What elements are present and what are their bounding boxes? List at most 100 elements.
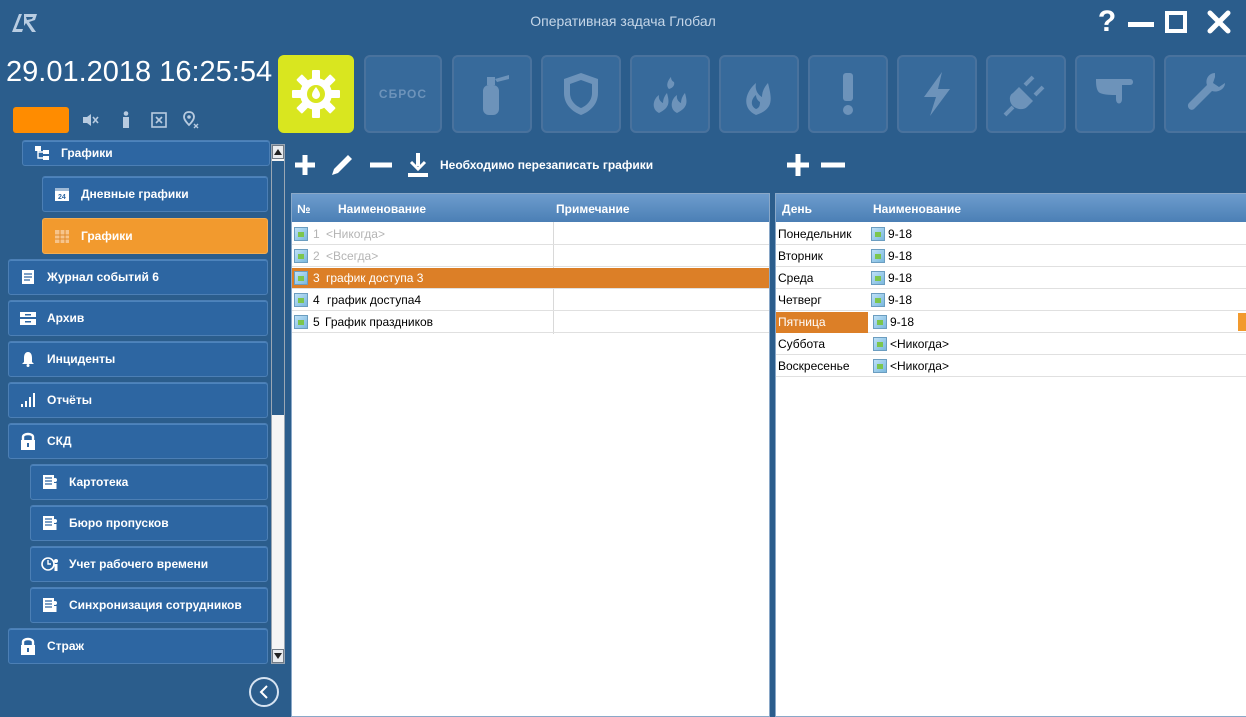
nav-item-schedules[interactable]: Графики — [42, 218, 268, 254]
lock-icon — [19, 637, 37, 655]
column-header-name[interactable]: Наименование — [873, 202, 961, 216]
security-tool-button[interactable] — [541, 55, 621, 133]
maximize-button[interactable] — [1160, 4, 1192, 40]
settings-tool-button[interactable] — [278, 55, 354, 133]
close-button[interactable] — [1200, 4, 1238, 40]
schedule-icon — [873, 315, 887, 329]
help-button[interactable]: ? — [1093, 4, 1121, 40]
table-row-selected[interactable]: Пятница 9-18 — [776, 312, 1246, 333]
calendar-icon: 24 — [53, 185, 71, 203]
column-header-number[interactable]: № — [297, 202, 310, 216]
plug-tool-button[interactable] — [986, 55, 1066, 133]
nav-item-guard[interactable]: Страж — [8, 628, 268, 664]
table-row[interactable]: Вторник 9-18 — [776, 246, 1246, 267]
title-bar: Оперативная задача Глобал ? — [0, 0, 1246, 46]
save-schedules-button[interactable] — [406, 150, 430, 180]
row-name: 9-18 — [890, 315, 915, 329]
hand-pointer-icon — [1096, 79, 1133, 104]
schedule-icon — [294, 315, 308, 329]
hand-tool-button[interactable] — [1075, 55, 1155, 133]
fire-tool-button[interactable] — [719, 55, 799, 133]
nav-item-pass-bureau[interactable]: Бюро пропусков — [30, 505, 268, 541]
table-row[interactable]: Понедельник 9-18 — [776, 224, 1246, 245]
nav-item-incidents[interactable]: Инциденты — [8, 341, 268, 377]
gear-icon — [292, 70, 340, 118]
bell-icon — [19, 350, 37, 368]
nav-item-label: Картотека — [69, 475, 129, 489]
days-toolbar — [784, 145, 858, 185]
shield-icon — [564, 73, 598, 115]
add-day-button[interactable] — [784, 150, 812, 180]
table-row[interactable]: Суббота <Никогда> — [776, 334, 1246, 355]
row-number: 2 — [313, 249, 320, 263]
table-row[interactable]: Четверг 9-18 — [776, 290, 1246, 311]
nav-item-daily-schedules[interactable]: 24 Дневные графики — [42, 176, 268, 212]
power-tool-button[interactable] — [897, 55, 977, 133]
table-row[interactable]: 1 <Никогда> — [292, 224, 769, 245]
nav-item-employee-sync[interactable]: Синхронизация сотрудников — [30, 587, 268, 623]
collapse-panel-button[interactable] — [249, 677, 279, 707]
row-name: график доступа4 — [327, 293, 422, 307]
wrench-icon — [1187, 73, 1225, 110]
nav-item-skd[interactable]: СКД — [8, 423, 268, 459]
nav-item-card-file[interactable]: Картотека — [30, 464, 268, 500]
datetime-display: 29.01.2018 16:25:54 — [6, 56, 273, 88]
table-row[interactable]: 5 График праздников — [292, 312, 769, 333]
nav-scrollbar[interactable] — [271, 144, 285, 664]
card-file-icon — [41, 473, 59, 491]
schedule-icon — [871, 271, 885, 285]
column-header-name[interactable]: Наименование — [338, 202, 426, 216]
remove-schedule-button[interactable] — [366, 150, 396, 180]
add-schedule-button[interactable] — [292, 150, 318, 180]
schedule-dropdown-button[interactable] — [1238, 313, 1246, 331]
extinguisher-tool-button[interactable] — [452, 55, 532, 133]
reset-tool-button[interactable]: СБРОС — [364, 55, 442, 133]
nav-item-time-tracking[interactable]: Учет рабочего времени — [30, 546, 268, 582]
table-row[interactable]: Среда 9-18 — [776, 268, 1246, 289]
card-file-icon — [41, 596, 59, 614]
nav-item-schedules-group[interactable]: Графики — [22, 140, 270, 166]
triangle-up-icon — [274, 149, 282, 155]
person-icon[interactable] — [118, 106, 134, 134]
scroll-thumb[interactable] — [272, 161, 284, 415]
bar-chart-icon — [19, 391, 37, 409]
table-row[interactable]: 4 график доступа4 — [292, 290, 769, 311]
nav-item-label: Учет рабочего времени — [69, 557, 209, 571]
scroll-up-button[interactable] — [272, 145, 284, 159]
rewrite-schedules-notice: Необходимо перезаписать графики — [440, 158, 654, 172]
exclamation-icon — [843, 73, 853, 115]
nav-item-event-journal[interactable]: Журнал событий 6 — [8, 259, 268, 295]
row-name: 9-18 — [888, 293, 913, 307]
minimize-button[interactable] — [1124, 4, 1158, 40]
archive-icon — [19, 309, 37, 327]
table-row-selected[interactable]: 3 график доступа 3 — [292, 268, 769, 289]
scroll-down-button[interactable] — [272, 649, 284, 663]
alarm-status-button[interactable] — [13, 107, 69, 133]
row-day: Среда — [778, 271, 814, 285]
fire-small-tool-button[interactable] — [630, 55, 710, 133]
nav-item-reports[interactable]: Отчёты — [8, 382, 268, 418]
navigation-tree: Графики 24 Дневные графики Графики Журна… — [8, 138, 278, 672]
nav-item-archive[interactable]: Архив — [8, 300, 268, 336]
alarm-tool-button[interactable] — [808, 55, 888, 133]
table-row[interactable]: 2 <Всегда> — [292, 246, 769, 267]
edit-schedule-button[interactable] — [328, 150, 356, 180]
svg-text:24: 24 — [58, 194, 66, 201]
close-icon — [1207, 10, 1231, 34]
table-row[interactable]: Воскресенье <Никогда> — [776, 356, 1246, 377]
window-close-icon[interactable] — [148, 106, 170, 134]
schedules-grid-header: № Наименование Примечание — [292, 194, 769, 222]
location-icon[interactable] — [180, 106, 202, 134]
nav-item-label: Отчёты — [47, 393, 92, 407]
lock-icon — [19, 432, 37, 450]
chevron-left-icon — [259, 685, 268, 699]
tools-tool-button[interactable] — [1164, 55, 1246, 133]
schedule-icon — [871, 293, 885, 307]
remove-day-button[interactable] — [818, 150, 848, 180]
column-header-note[interactable]: Примечание — [556, 202, 630, 216]
minimize-icon — [1128, 21, 1154, 27]
row-number: 4 — [313, 293, 320, 307]
column-header-day[interactable]: День — [782, 202, 812, 216]
days-grid: День Наименование Понедельник 9-18 Вторн… — [775, 193, 1246, 717]
sound-off-icon[interactable] — [80, 106, 102, 134]
